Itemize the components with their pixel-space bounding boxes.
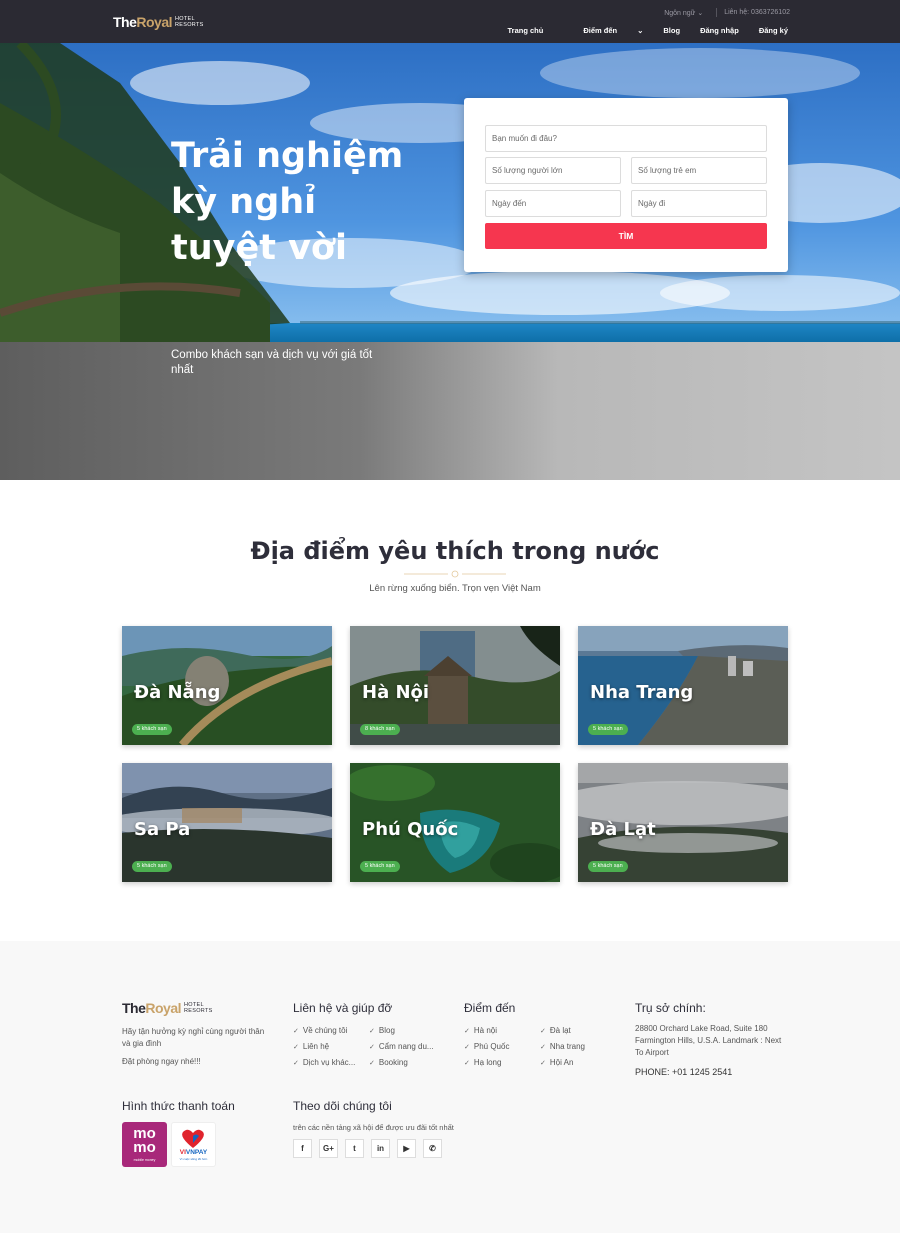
- office-phone: PHONE: +01 1245 2541: [635, 1067, 733, 1077]
- destinations-title: Điểm đến: [464, 1001, 516, 1015]
- google-plus-icon[interactable]: G+: [319, 1139, 338, 1158]
- nav-blog[interactable]: Blog: [663, 26, 680, 35]
- top-meta: Ngôn ngữ ⌄ Liên hệ: 0363726102: [664, 8, 790, 17]
- momo-logo-bottom: mo: [133, 1139, 156, 1156]
- destination-name: Hà Nội: [362, 682, 430, 703]
- twitter-icon[interactable]: t: [345, 1139, 364, 1158]
- help-links-col2: Blog Cẩm nang du... Booking: [369, 1023, 447, 1071]
- nav-home[interactable]: Trang chủ: [507, 26, 543, 35]
- vnpay-logo: VIVNPAY Vì cuộc sống tốt hơn: [171, 1122, 216, 1167]
- destination-card-ha-noi[interactable]: Hà Nội 8 khách sạn: [350, 626, 560, 745]
- hotel-count-badge: 5 khách sạn: [588, 861, 628, 872]
- payment-title: Hình thức thanh toán: [122, 1099, 235, 1113]
- children-input[interactable]: [631, 157, 767, 184]
- footer-logo[interactable]: The Royal HOTEL RESORTS: [122, 1000, 213, 1016]
- destination-card-da-nang[interactable]: Đà Nẵng 5 khách sạn: [122, 626, 332, 745]
- vnpay-wordmark: VIVNPAY: [172, 1149, 215, 1156]
- language-selector[interactable]: Ngôn ngữ ⌄: [664, 9, 709, 17]
- hotel-count-badge: 5 khách sạn: [132, 724, 172, 735]
- follow-title: Theo dõi chúng tôi: [293, 1099, 392, 1113]
- hotel-count-badge: 8 khách sạn: [360, 724, 400, 735]
- logo-resorts: RESORTS: [184, 1008, 213, 1014]
- top-navbar: The Royal HOTEL RESORTS Ngôn ngữ ⌄ Liên …: [0, 0, 900, 43]
- main-nav: Trang chủ Điểm đến ⌄ Blog Đăng nhập Đăng …: [487, 26, 788, 35]
- destination-name: Đà Nẵng: [134, 682, 221, 703]
- title-ornament: [404, 570, 506, 578]
- footer-link[interactable]: Về chúng tôi: [293, 1023, 371, 1039]
- footer-link[interactable]: Hội An: [540, 1055, 618, 1071]
- nav-register[interactable]: Đăng ký: [759, 26, 788, 35]
- destination-card-da-lat[interactable]: Đà Lạt 5 khách sạn: [578, 763, 788, 882]
- youtube-icon[interactable]: ▶: [397, 1139, 416, 1158]
- footer-link[interactable]: Liên hệ: [293, 1039, 371, 1055]
- destination-links-col1: Hà nội Phú Quốc Hạ long: [464, 1023, 542, 1071]
- logo-royal: Royal: [136, 14, 173, 30]
- destination-name: Đà Lạt: [590, 819, 656, 840]
- momo-logo-tagline: mobile money: [133, 1158, 156, 1162]
- destination-card-sa-pa[interactable]: Sa Pa 5 khách sạn: [122, 763, 332, 882]
- meta-divider: [716, 8, 718, 17]
- linkedin-icon[interactable]: in: [371, 1139, 390, 1158]
- search-button[interactable]: TÌM: [485, 223, 767, 249]
- logo-the: The: [122, 1000, 146, 1016]
- destination-name: Phú Quốc: [362, 819, 459, 840]
- chevron-down-icon: ⌄: [637, 26, 644, 35]
- help-title: Liên hệ và giúp đỡ: [293, 1001, 393, 1015]
- hero-title: Trải nghiệm kỳ nghỉ tuyệt vời: [171, 136, 404, 268]
- destination-name: Nha Trang: [590, 682, 694, 703]
- contact-phone: Liên hệ: 0363726102: [724, 9, 790, 16]
- footer-about-text: Hãy tận hưởng kỳ nghỉ cùng người thân và…: [122, 1027, 265, 1048]
- destination-card-phu-quoc[interactable]: Phú Quốc 5 khách sạn: [350, 763, 560, 882]
- office-title: Trụ sở chính:: [635, 1001, 706, 1015]
- chevron-down-icon: ⌄: [697, 9, 704, 17]
- destination-card-nha-trang[interactable]: Nha Trang 5 khách sạn: [578, 626, 788, 745]
- footer-link[interactable]: Cẩm nang du...: [369, 1039, 447, 1055]
- site-footer: The Royal HOTEL RESORTS Hãy tận hưởng kỳ…: [0, 941, 900, 1233]
- search-form: TÌM: [464, 98, 788, 272]
- office-address: 28800 Orchard Lake Road, Suite 180 Farmi…: [635, 1024, 782, 1057]
- momo-logo: mo mo mobile money: [122, 1122, 167, 1167]
- nav-destinations[interactable]: Điểm đến ⌄: [563, 26, 643, 35]
- destination-links-col2: Đà lạt Nha trang Hội An: [540, 1023, 618, 1071]
- vnpay-logo-tagline: Vì cuộc sống tốt hơn: [179, 1157, 208, 1161]
- logo-the: The: [113, 14, 137, 30]
- section-title: Địa điểm yêu thích trong nước: [250, 537, 660, 565]
- hotel-count-badge: 5 khách sạn: [132, 861, 172, 872]
- brand-logo[interactable]: The Royal HOTEL RESORTS: [113, 14, 204, 30]
- vnpay-wordmark-label: VNPAY: [185, 1149, 208, 1156]
- follow-text: trên các nền tảng xã hội để được ưu đãi …: [293, 1123, 454, 1132]
- footer-link[interactable]: Dịch vụ khác...: [293, 1055, 371, 1071]
- logo-subtitle: HOTEL RESORTS: [175, 16, 204, 28]
- footer-link[interactable]: Đà lạt: [540, 1023, 618, 1039]
- footer-link[interactable]: Phú Quốc: [464, 1039, 542, 1055]
- social-links: f G+ t in ▶ ✆: [293, 1139, 442, 1158]
- checkout-date-input[interactable]: [631, 190, 767, 217]
- footer-link[interactable]: Blog: [369, 1023, 447, 1039]
- destination-input[interactable]: [485, 125, 767, 152]
- nav-destinations-label: Điểm đến: [583, 26, 618, 35]
- help-links-col1: Về chúng tôi Liên hệ Dịch vụ khác...: [293, 1023, 371, 1071]
- checkin-date-input[interactable]: [485, 190, 621, 217]
- hero-subtitle: Combo khách sạn và dịch vụ với giá tốt n…: [171, 349, 373, 376]
- footer-link[interactable]: Booking: [369, 1055, 447, 1071]
- footer-link[interactable]: Hà nội: [464, 1023, 542, 1039]
- footer-cta-text: Đặt phòng ngay nhé!!!: [122, 1057, 201, 1066]
- language-label: Ngôn ngữ: [664, 9, 696, 17]
- section-subtitle: Lên rừng xuống biển. Trọn vẹn Việt Nam: [369, 583, 541, 594]
- footer-link[interactable]: Nha trang: [540, 1039, 618, 1055]
- facebook-icon[interactable]: f: [293, 1139, 312, 1158]
- destination-name: Sa Pa: [134, 819, 191, 840]
- hotel-count-badge: 5 khách sạn: [588, 724, 628, 735]
- logo-resorts: RESORTS: [175, 22, 204, 28]
- logo-royal: Royal: [145, 1000, 182, 1016]
- adults-input[interactable]: [485, 157, 621, 184]
- nav-login[interactable]: Đăng nhập: [700, 26, 739, 35]
- hotel-count-badge: 5 khách sạn: [360, 861, 400, 872]
- footer-link[interactable]: Hạ long: [464, 1055, 542, 1071]
- logo-subtitle: HOTEL RESORTS: [184, 1002, 213, 1014]
- whatsapp-icon[interactable]: ✆: [423, 1139, 442, 1158]
